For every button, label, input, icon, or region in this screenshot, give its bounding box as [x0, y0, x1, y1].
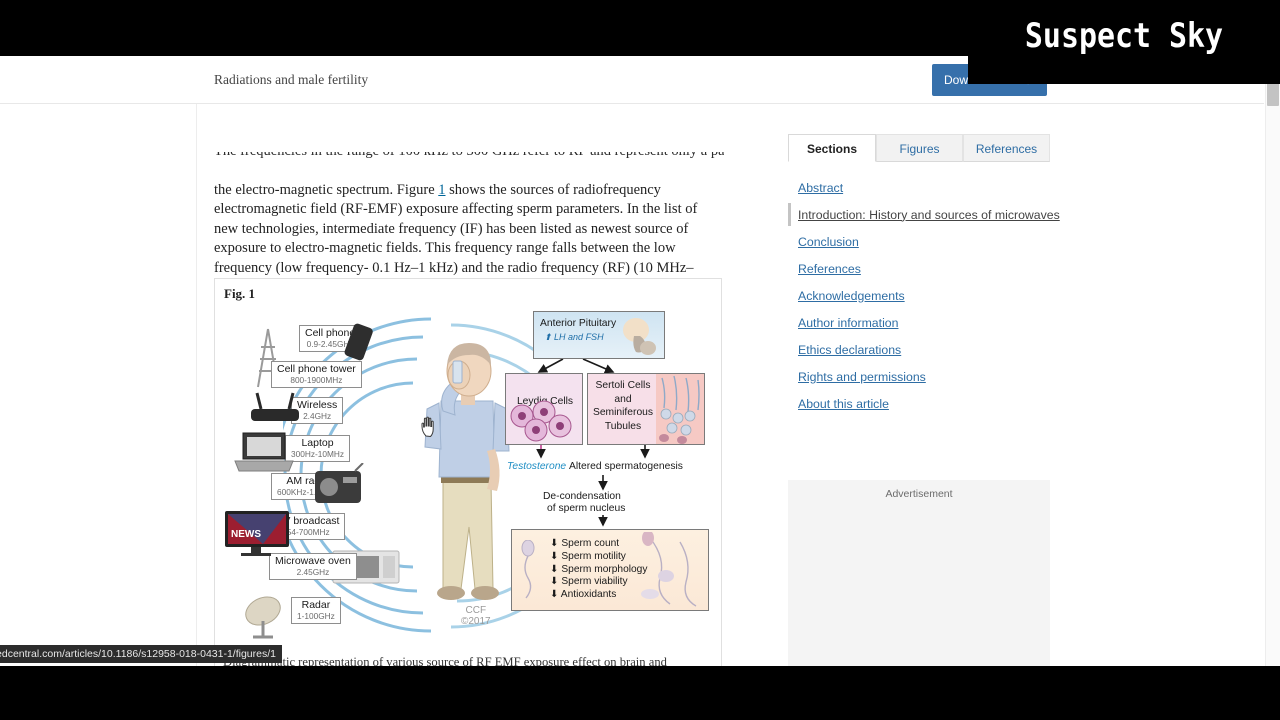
laptop-icon: [234, 432, 294, 472]
leydig-cells-box: Leydig Cells: [505, 373, 583, 445]
advertisement-placeholder: Advertisement: [788, 480, 1050, 666]
sperm-outcome-list: ⬇ Sperm count ⬇ Sperm motility ⬇ Sperm m…: [550, 538, 647, 602]
testosterone-label: Testosterone: [507, 461, 567, 472]
sidebar-item-acknowledgements[interactable]: Acknowledgements: [788, 282, 1050, 309]
sidebar-item-references[interactable]: References: [788, 255, 1050, 282]
cell-phone-icon: [344, 323, 373, 361]
decondensation-line1: De-condensation: [543, 491, 621, 502]
advertisement-label: Advertisement: [885, 488, 953, 500]
browser-status-bar-url: https://rbej.biomedcentral.com/articles/…: [0, 645, 282, 663]
figure-image[interactable]: NEWS Cell phone 0.9-2.45GHz Cell phone t…: [223, 303, 715, 655]
watermark-text: Suspect Sky: [1024, 16, 1224, 56]
clipped-text-line: The frequencies in the range of 100 kHz …: [214, 152, 724, 164]
tab-sections[interactable]: Sections: [788, 134, 876, 162]
sidebar-item-conclusion[interactable]: Conclusion: [788, 228, 1050, 255]
seminiferous-tubule-illustration: [656, 374, 704, 444]
ccf-copyright: CCF ©2017: [461, 605, 491, 627]
sperm-outcome-box: ⬇ Sperm count ⬇ Sperm motility ⬇ Sperm m…: [511, 529, 709, 611]
device-label-radar: Radar 1-100GHz: [291, 597, 341, 624]
radio-icon: [315, 463, 364, 503]
sidebar-item-rights-and-permissions[interactable]: Rights and permissions: [788, 363, 1050, 390]
pituitary-gland-illustration: [623, 318, 656, 355]
sidebar-item-abstract[interactable]: Abstract: [788, 174, 1050, 201]
sidebar-item-about-this-article[interactable]: About this article: [788, 390, 1050, 417]
tab-references[interactable]: References: [963, 134, 1050, 162]
radar-dish-icon: [245, 596, 281, 639]
sidebar-item-author-information[interactable]: Author information: [788, 309, 1050, 336]
page-scrollbar-track[interactable]: [1265, 56, 1280, 666]
outcome-item: ⬇ Sperm motility: [550, 550, 626, 562]
tv-news-badge: NEWS: [231, 529, 261, 540]
television-icon: NEWS: [225, 511, 289, 556]
letterbox-bottom: [0, 666, 1280, 720]
watermark-overlay: Suspect Sky: [968, 0, 1280, 84]
sidebar-tabs: Sections Figures References: [788, 134, 1050, 162]
decondensation-line2: of sperm nucleus: [547, 503, 626, 514]
sertoli-cells-label: Sertoli Cells and Seminiferous Tubules: [592, 380, 654, 432]
article-sidebar: Sections Figures References Abstract Int…: [788, 134, 1060, 417]
figure-caption: Diagrammatic representation of various s…: [223, 655, 667, 666]
outcome-item: ⬇ Antioxidants: [550, 589, 617, 601]
outcome-item: ⬇ Sperm viability: [550, 576, 628, 588]
sticky-article-title: Radiations and male fertility: [214, 72, 369, 87]
sperm-single-icon: [521, 540, 535, 599]
browser-viewport: Radiations and male fertility Download P…: [0, 56, 1280, 666]
altered-spermatogenesis-label: Altered spermatogenesis: [569, 461, 683, 472]
anterior-pituitary-box: Anterior Pituitary ⬆ LH and FSH: [533, 311, 665, 359]
paragraph-text-start: the electro-magnetic spectrum. Figure: [214, 181, 439, 198]
device-label-cell-phone-tower: Cell phone tower 800-1900MHz: [271, 361, 362, 388]
figure-number-label: Fig. 1: [224, 286, 256, 301]
sections-list: Abstract Introduction: History and sourc…: [788, 174, 1060, 417]
sidebar-item-ethics-declarations[interactable]: Ethics declarations: [788, 336, 1050, 363]
screen-root: Radiations and male fertility Download P…: [0, 0, 1280, 720]
wifi-router-icon: [251, 392, 299, 421]
outcome-item: ⬇ Sperm count: [550, 538, 620, 549]
leydig-cells-illustration: [510, 400, 572, 442]
tab-figures[interactable]: Figures: [876, 134, 963, 162]
figure-card: Fig. 1 NEWS Cell phone 0.9-2.45GHz Cell …: [214, 278, 722, 666]
figure-1-link[interactable]: 1: [438, 182, 445, 198]
sidebar-item-introduction[interactable]: Introduction: History and sources of mic…: [788, 201, 1060, 228]
outcome-item: ⬇ Sperm morphology: [550, 563, 648, 575]
sertoli-cells-box: Sertoli Cells and Seminiferous Tubules: [587, 373, 705, 445]
